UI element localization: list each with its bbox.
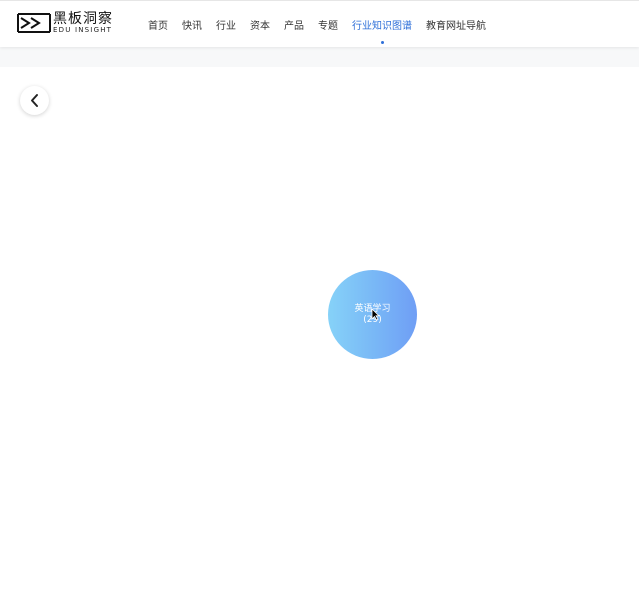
- logo-name-en: EDU INSIGHT: [53, 26, 113, 34]
- mouse-cursor-icon: [371, 308, 380, 321]
- site-header: 黑板洞察 EDU INSIGHT 首页 快讯 行业 资本 产品 专题 行业知识图…: [0, 0, 639, 47]
- nav-item-news-flash[interactable]: 快讯: [182, 17, 202, 32]
- nav-item-industry[interactable]: 行业: [216, 17, 236, 32]
- logo-mark-icon: [17, 13, 51, 33]
- main-nav: 首页 快讯 行业 资本 产品 专题 行业知识图谱 教育网址导航: [141, 1, 493, 47]
- site-logo[interactable]: 黑板洞察 EDU INSIGHT: [17, 11, 113, 36]
- back-button[interactable]: [20, 86, 49, 115]
- nav-item-knowledge-graph[interactable]: 行业知识图谱: [352, 17, 412, 44]
- chevron-left-icon: [31, 94, 38, 107]
- nav-item-capital[interactable]: 资本: [250, 17, 270, 32]
- nav-item-edu-directory[interactable]: 教育网址导航: [426, 17, 486, 32]
- nav-item-home[interactable]: 首页: [148, 17, 168, 32]
- page: 黑板洞察 EDU INSIGHT 首页 快讯 行业 资本 产品 专题 行业知识图…: [0, 0, 639, 592]
- logo-name-cn: 黑板洞察: [53, 11, 113, 27]
- nav-item-products[interactable]: 产品: [284, 17, 304, 32]
- header-divider-band: [0, 47, 639, 67]
- nav-item-topics[interactable]: 专题: [318, 17, 338, 32]
